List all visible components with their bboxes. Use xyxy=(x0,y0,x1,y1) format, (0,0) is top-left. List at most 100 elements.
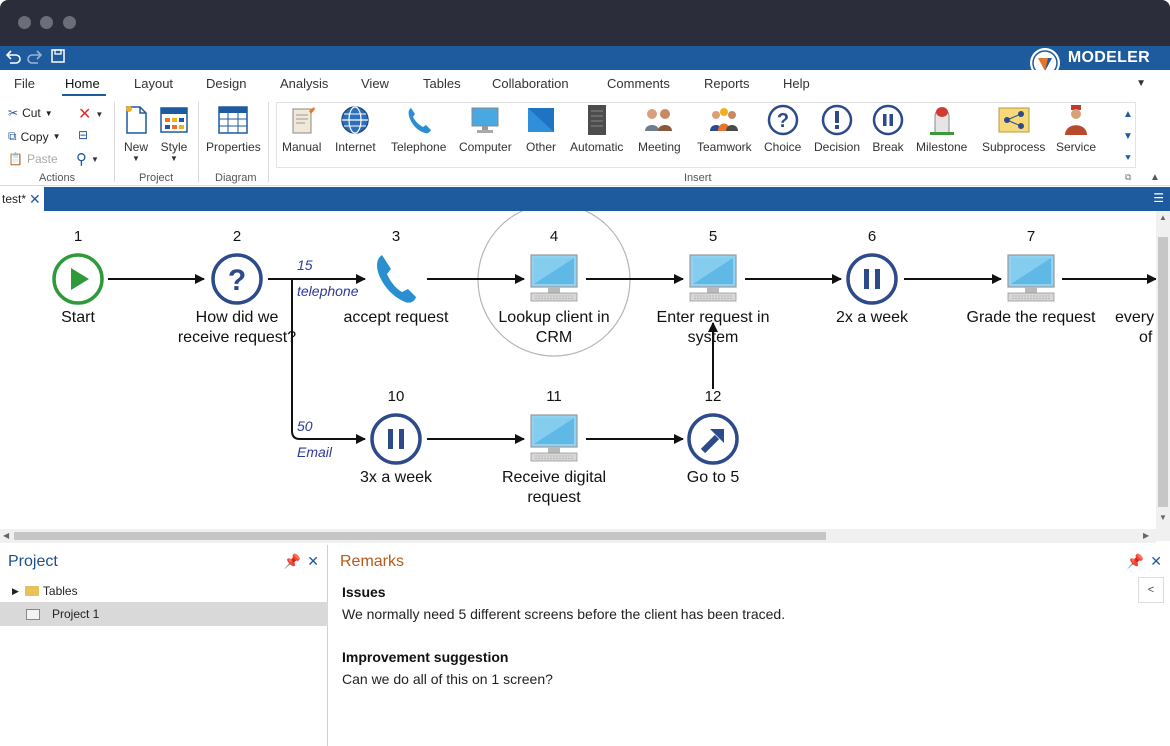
insert-choice[interactable]: ? Choice xyxy=(764,104,801,154)
undo-icon[interactable] xyxy=(4,48,22,72)
delete-button[interactable]: ✕ ▼ xyxy=(78,104,103,124)
menu-file[interactable]: File xyxy=(14,76,35,91)
menu-reports[interactable]: Reports xyxy=(704,76,750,91)
menu-view[interactable]: View xyxy=(361,76,389,91)
scroll-right-icon[interactable]: ▶ xyxy=(1143,531,1149,540)
find-button[interactable]: ⚲ ▼ xyxy=(76,150,99,168)
properties-label: Properties xyxy=(206,140,261,154)
close-icon[interactable]: ✕ xyxy=(307,553,319,570)
menu-collaboration[interactable]: Collaboration xyxy=(492,76,569,91)
menu-home[interactable]: Home xyxy=(65,76,100,91)
diagram-canvas[interactable]: 15 telephone 50 Email 1 Start 2 ? How di… xyxy=(0,211,1156,529)
style-grid-icon xyxy=(158,104,190,136)
improvement-text[interactable]: Can we do all of this on 1 screen? xyxy=(342,671,553,687)
insert-teamwork[interactable]: Teamwork xyxy=(697,104,752,154)
cut-label: Cut xyxy=(22,106,41,120)
gallery-scroll[interactable]: ▲ ▼ ⯆ xyxy=(1122,104,1134,170)
expand-triangle-icon[interactable]: ▶ xyxy=(12,586,19,597)
properties-button[interactable]: Properties xyxy=(206,104,261,154)
node-label-line-2: request xyxy=(527,489,581,506)
close-icon[interactable]: ✕ xyxy=(29,191,41,208)
insert-computer[interactable]: Computer xyxy=(459,104,512,154)
subprocess-icon xyxy=(998,104,1030,136)
node-label: Start xyxy=(61,309,95,326)
node-11-computer[interactable]: 11 Receive digital request xyxy=(502,388,606,506)
menu-layout[interactable]: Layout xyxy=(134,76,173,91)
insert-automatic[interactable]: Automatic xyxy=(570,104,623,154)
node-1-start[interactable]: 1 Start xyxy=(52,228,104,326)
remarks-pane-tools: 📌 ✕ xyxy=(1127,553,1162,570)
scroll-up-icon[interactable]: ▲ xyxy=(1159,213,1167,222)
gallery-down-icon[interactable]: ▼ xyxy=(1122,126,1134,148)
pin-icon[interactable]: 📌 xyxy=(284,553,301,570)
cut-button[interactable]: ✂ Cut ▼ xyxy=(8,106,53,120)
tree-item-project-1[interactable]: Project 1 xyxy=(0,602,328,626)
node-3-telephone[interactable]: 3 accept request xyxy=(344,228,450,326)
window-close-dot[interactable] xyxy=(18,16,31,29)
insert-milestone[interactable]: Milestone xyxy=(916,104,967,154)
gallery-more-icon[interactable]: ⯆ xyxy=(1122,148,1134,170)
vertical-scroll-thumb[interactable] xyxy=(1158,237,1168,507)
document-list-icon[interactable]: ☰ xyxy=(1153,191,1164,205)
copy-icon: ⧉ xyxy=(8,129,17,143)
insert-other[interactable]: Other xyxy=(525,104,557,154)
new-button[interactable]: New ▼ xyxy=(120,104,152,163)
computer-icon xyxy=(689,254,737,302)
menu-help[interactable]: Help xyxy=(783,76,810,91)
folder-icon xyxy=(24,586,39,596)
pin-icon[interactable]: 📌 xyxy=(1127,553,1144,570)
ribbon-options-caret-icon[interactable]: ▼ xyxy=(1136,78,1146,89)
horizontal-scroll-thumb[interactable] xyxy=(14,532,826,540)
insert-internet[interactable]: Internet xyxy=(335,104,376,154)
align-button[interactable]: ⊟ xyxy=(78,128,88,142)
insert-decision[interactable]: Decision xyxy=(814,104,860,154)
collapse-button[interactable]: < xyxy=(1138,577,1164,603)
improvement-heading: Improvement suggestion xyxy=(342,649,509,665)
paste-button[interactable]: 📋 Paste xyxy=(8,152,58,166)
copy-button[interactable]: ⧉ Copy ▼ xyxy=(8,129,61,144)
scroll-left-icon[interactable]: ◀ xyxy=(3,531,9,540)
close-icon[interactable]: ✕ xyxy=(1150,553,1162,570)
node-10-break[interactable]: 10 3x a week xyxy=(360,388,433,486)
group-separator xyxy=(114,102,115,182)
node-7-computer[interactable]: 7 Grade the request xyxy=(967,228,1097,326)
insert-meeting[interactable]: Meeting xyxy=(638,104,681,154)
insert-telephone[interactable]: Telephone xyxy=(391,104,446,154)
dialog-launcher-icon[interactable]: ⧉ xyxy=(1125,172,1131,183)
document-tab[interactable]: test* ✕ xyxy=(0,187,44,211)
menu-tables[interactable]: Tables xyxy=(423,76,461,91)
issues-text[interactable]: We normally need 5 different screens bef… xyxy=(342,606,785,622)
insert-subprocess[interactable]: Subprocess xyxy=(982,104,1045,154)
window-minimize-dot[interactable] xyxy=(40,16,53,29)
window-zoom-dot[interactable] xyxy=(63,16,76,29)
project-pane: Project 📌 ✕ ▶ Tables Project 1 xyxy=(0,545,328,746)
edge-label-telephone: telephone xyxy=(297,283,359,299)
computer-icon xyxy=(530,414,578,462)
vertical-scrollbar[interactable]: ▲ ▼ xyxy=(1156,211,1170,541)
node-6-break[interactable]: 6 2x a week xyxy=(836,228,909,326)
node-2-choice[interactable]: 2 ? How did we receive request? xyxy=(178,228,296,346)
node-5-computer[interactable]: 5 Enter request in system xyxy=(657,228,770,346)
node-8-partial[interactable]: every of xyxy=(1115,309,1154,346)
insert-manual[interactable]: Manual xyxy=(282,104,321,154)
horizontal-scrollbar[interactable]: ◀ ▶ xyxy=(0,529,1156,543)
tree-item-tables[interactable]: ▶ Tables xyxy=(0,579,328,603)
redo-icon[interactable] xyxy=(26,48,44,72)
gallery-up-icon[interactable]: ▲ xyxy=(1122,104,1134,126)
node-number: 5 xyxy=(709,228,717,245)
menu-analysis[interactable]: Analysis xyxy=(280,76,328,91)
scroll-down-icon[interactable]: ▼ xyxy=(1159,513,1167,522)
node-4-computer[interactable]: 4 Lookup client in CRM xyxy=(498,228,609,346)
save-icon[interactable] xyxy=(50,48,66,70)
menu-design[interactable]: Design xyxy=(206,76,246,91)
insert-break[interactable]: Break xyxy=(872,104,904,154)
node-12-goto[interactable]: 12 Go to 5 xyxy=(687,388,740,486)
collapse-ribbon-icon[interactable]: ▲ xyxy=(1150,172,1160,183)
align-icon: ⊟ xyxy=(78,128,89,142)
node-number: 7 xyxy=(1027,228,1035,245)
node-label-line-2: receive request? xyxy=(178,329,296,346)
insert-service[interactable]: Service xyxy=(1056,104,1096,154)
edge-label-email-count: 50 xyxy=(297,418,313,434)
style-button[interactable]: Style ▼ xyxy=(158,104,190,163)
menu-comments[interactable]: Comments xyxy=(607,76,670,91)
